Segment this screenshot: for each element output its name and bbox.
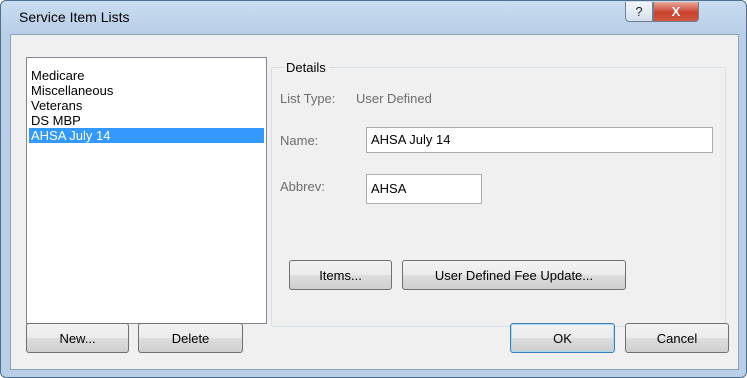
window-title: Service Item Lists <box>19 9 130 25</box>
list-type-value: User Defined <box>356 91 432 106</box>
items-button[interactable]: Items... <box>289 260 392 290</box>
list-item[interactable]: Veterans <box>29 98 264 113</box>
service-list[interactable]: Medicare Miscellaneous Veterans DS MBP A… <box>26 57 267 324</box>
list-item[interactable]: DS MBP <box>29 113 264 128</box>
abbrev-field[interactable]: AHSA <box>366 174 482 204</box>
help-button[interactable]: ? <box>625 2 653 22</box>
list-type-label: List Type: <box>280 91 336 106</box>
dialog-window: Service Item Lists ? X Medicare Miscella… <box>0 0 747 378</box>
cancel-button[interactable]: Cancel <box>625 323 729 353</box>
list-item-selected[interactable]: AHSA July 14 <box>29 128 264 143</box>
name-label: Name: <box>280 133 319 148</box>
list-item[interactable]: Miscellaneous <box>29 83 264 98</box>
fee-update-button[interactable]: User Defined Fee Update... <box>402 260 626 290</box>
list-item[interactable]: Medicare <box>29 68 264 83</box>
delete-button[interactable]: Delete <box>138 323 243 353</box>
name-field[interactable]: AHSA July 14 <box>366 127 713 153</box>
details-legend: Details <box>283 60 329 75</box>
close-icon: X <box>671 4 681 19</box>
abbrev-label: Abbrev: <box>280 179 325 194</box>
help-icon: ? <box>635 4 643 19</box>
close-button[interactable]: X <box>653 2 699 22</box>
ok-button[interactable]: OK <box>510 323 615 353</box>
dialog-body: Medicare Miscellaneous Veterans DS MBP A… <box>10 34 739 370</box>
new-button[interactable]: New... <box>26 323 129 353</box>
